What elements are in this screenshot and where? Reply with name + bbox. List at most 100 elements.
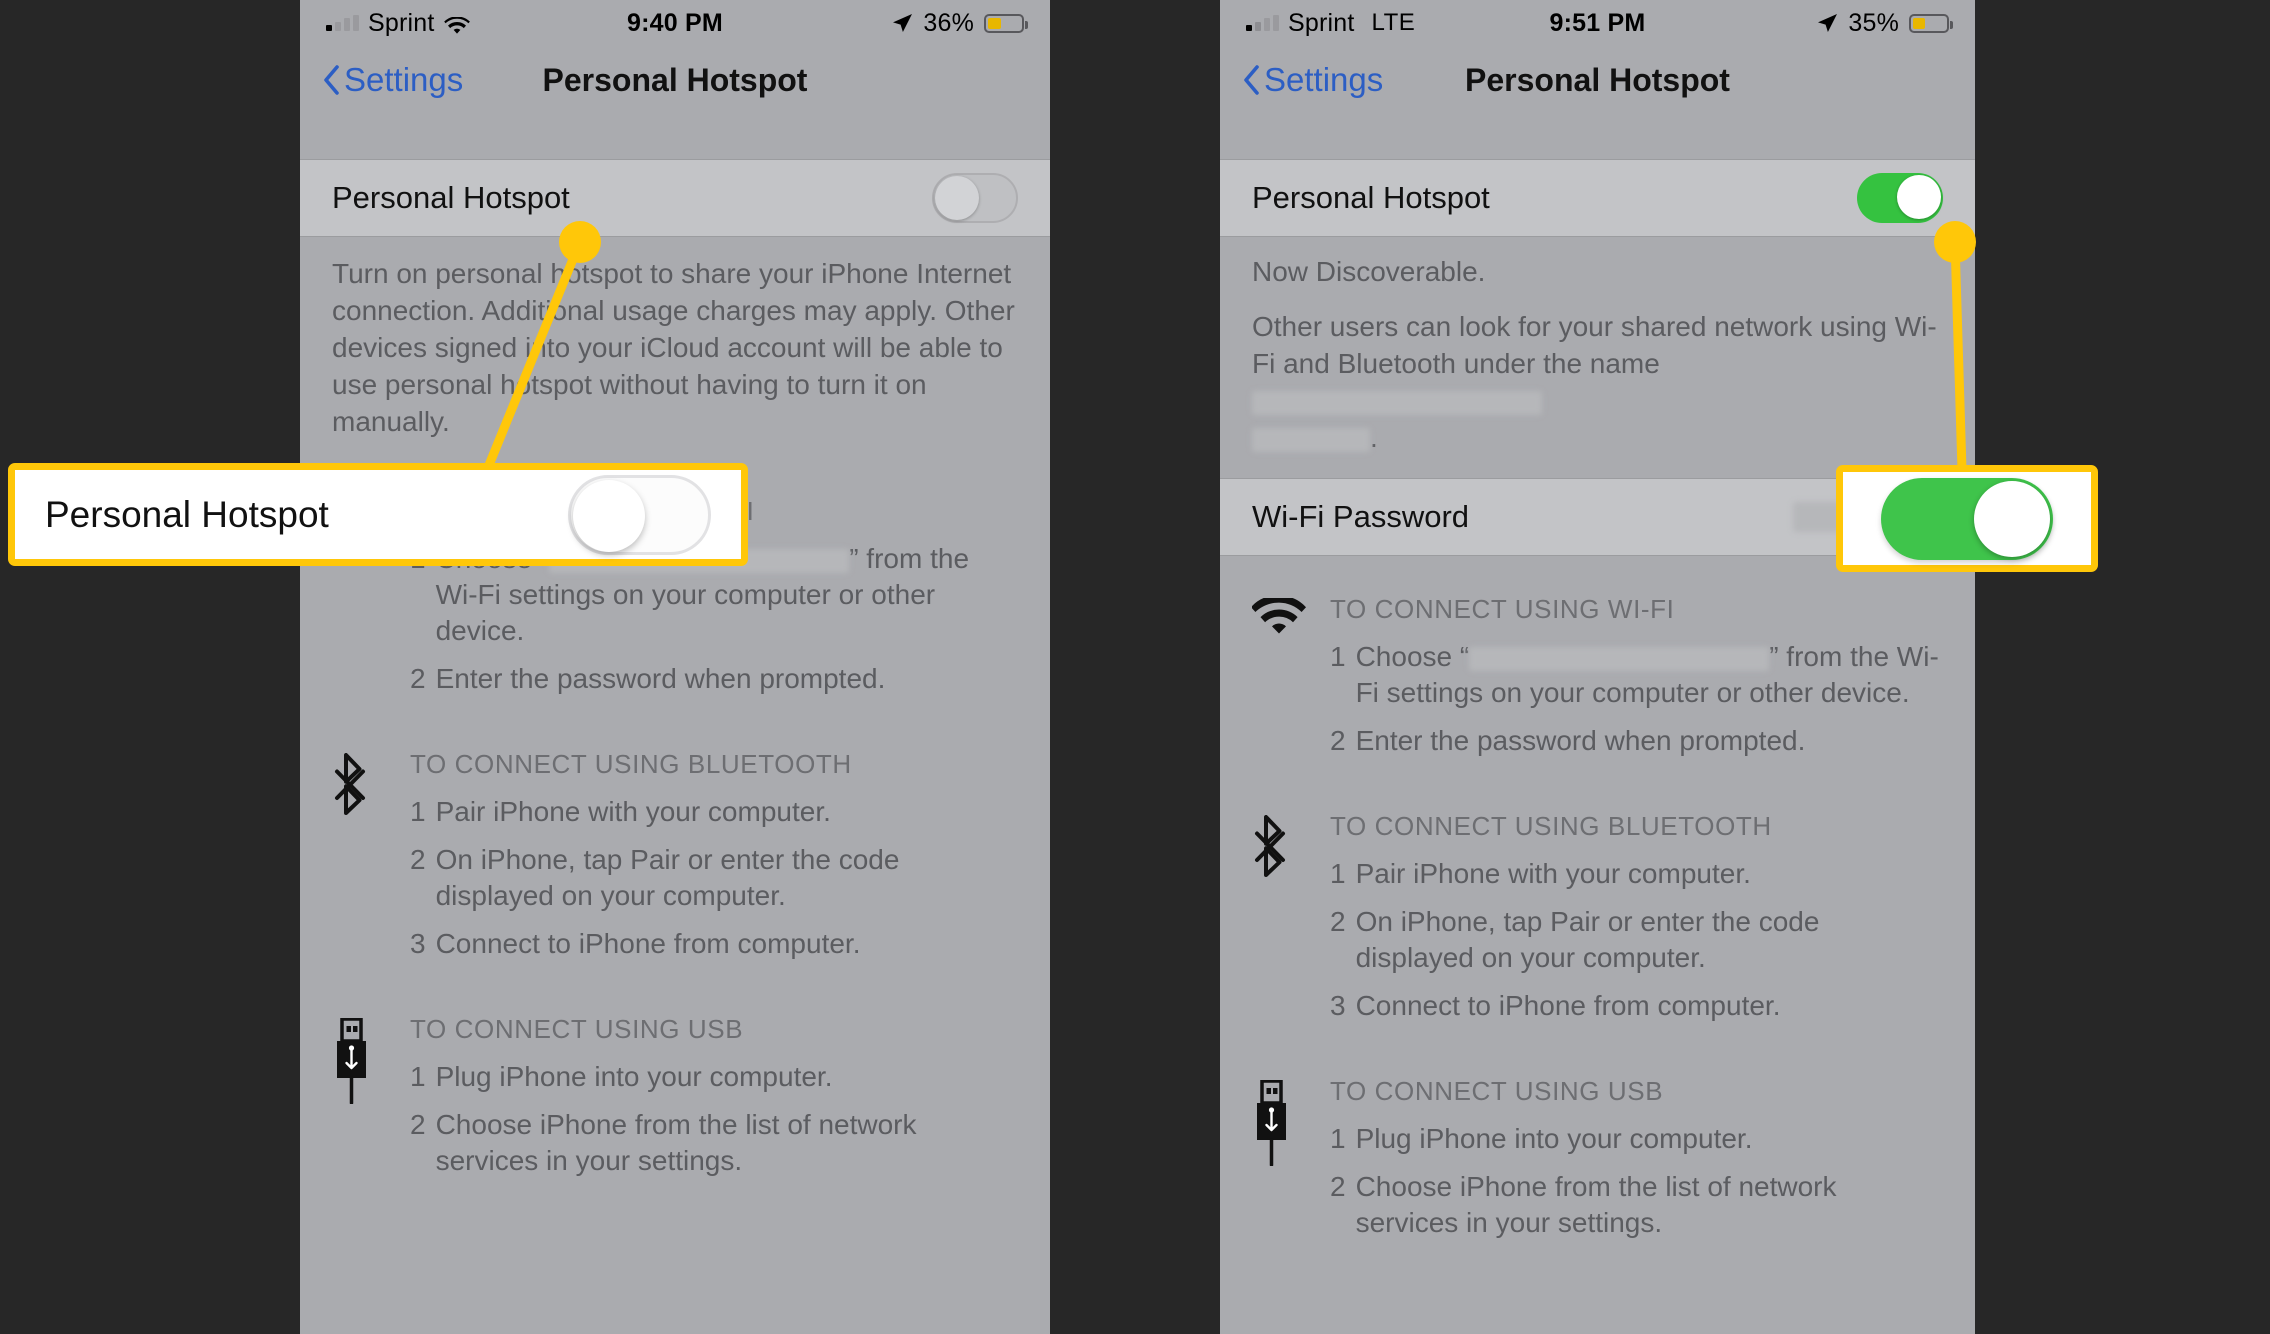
personal-hotspot-label: Personal Hotspot (1252, 180, 1490, 215)
callout-toggle-off[interactable] (568, 474, 711, 555)
section-body: TO CONNECT USING BLUETOOTH 1 Pair iPhone … (410, 749, 1018, 974)
section-gap (300, 114, 1050, 159)
redacted-device-name (1252, 390, 1542, 415)
step-text: Plug iPhone into your computer. (1355, 1123, 1753, 1154)
step-item: 2 Enter the password when prompted. (410, 661, 1018, 697)
row-accessory (1857, 173, 1943, 223)
status-right-group: 36% (891, 8, 1028, 38)
callout-personal-hotspot-off: Personal Hotspot (8, 463, 748, 566)
step-item: 2 Choose iPhone from the list of network … (1330, 1169, 1943, 1241)
section-connect-wifi: TO CONNECT USING WI-FI 1 Choose “” from … (1220, 556, 1975, 771)
step-number: 1 (410, 796, 426, 827)
phone-screen-left: Sprint 9:40 PM 36% Settings Personal Hot… (300, 0, 1050, 1334)
status-left-group: Sprint (326, 9, 470, 38)
step-number: 2 (410, 1109, 426, 1140)
callout-label: Personal Hotspot (45, 493, 329, 535)
step-number: 2 (1330, 906, 1346, 937)
location-arrow-icon (1816, 12, 1838, 34)
step-item: 1 Plug iPhone into your computer. (410, 1059, 1018, 1095)
battery-percent-label: 36% (923, 8, 974, 37)
nav-bar-right: Settings Personal Hotspot (1220, 46, 1975, 114)
section-heading: TO CONNECT USING BLUETOOTH (410, 749, 852, 779)
signal-bars-icon (326, 15, 359, 31)
step-item: 1 Pair iPhone with your computer. (1330, 856, 1943, 892)
section-body: TO CONNECT USING USB 1 Plug iPhone into y… (1330, 1076, 1943, 1253)
step-text: Pair iPhone with your computer. (435, 796, 831, 827)
section-connect-bluetooth: TO CONNECT USING BLUETOOTH 1 Pair iPhone … (300, 709, 1050, 974)
step-number: 1 (1330, 641, 1346, 672)
step-number: 2 (410, 844, 426, 875)
section-gap (1220, 114, 1975, 159)
wifi-icon (443, 14, 470, 34)
bluetooth-icon (332, 749, 410, 974)
step-number: 2 (410, 663, 426, 694)
discoverable-status: Now Discoverable. (1252, 256, 1486, 287)
step-number: 3 (1330, 990, 1346, 1021)
back-button-settings[interactable]: Settings (322, 61, 463, 99)
step-item: 3 Connect to iPhone from computer. (410, 926, 1018, 962)
personal-hotspot-row[interactable]: Personal Hotspot (300, 159, 1050, 237)
toggle-knob (1974, 480, 2050, 557)
nav-bar-left: Settings Personal Hotspot (300, 46, 1050, 114)
section-heading: TO CONNECT USING BLUETOOTH (1330, 811, 1772, 841)
battery-percent-label: 35% (1848, 8, 1899, 37)
back-button-settings[interactable]: Settings (1242, 61, 1383, 99)
redacted-device-name-2 (1252, 427, 1370, 452)
step-text: Connect to iPhone from computer. (435, 928, 861, 959)
status-bar-left: Sprint 9:40 PM 36% (300, 0, 1050, 46)
step-item: 2 Enter the password when prompted. (1330, 723, 1943, 759)
personal-hotspot-toggle[interactable] (1857, 173, 1943, 223)
shared-network-description: Other users can look for your shared net… (1252, 311, 1937, 453)
carrier-label: Sprint (1288, 8, 1355, 37)
step-number: 1 (410, 1061, 426, 1092)
toggle-knob (1897, 175, 1941, 219)
step-item: 1 Plug iPhone into your computer. (1330, 1121, 1943, 1157)
back-button-label: Settings (1264, 61, 1384, 98)
step-number: 2 (1330, 725, 1346, 756)
step-item: 2 On iPhone, tap Pair or enter the code d… (1330, 904, 1943, 976)
step-item: 1 Choose “” from the Wi-Fi settings on y… (1330, 639, 1943, 711)
phone-screen-right: Sprint LTE 9:51 PM 35% Settings Personal… (1220, 0, 1975, 1334)
step-item: 1 Pair iPhone with your computer. (410, 794, 1018, 830)
step-text: Pair iPhone with your computer. (1355, 858, 1751, 889)
usb-icon (332, 1014, 410, 1191)
toggle-knob (935, 176, 979, 220)
step-number: 3 (410, 928, 426, 959)
step-number: 1 (1330, 858, 1346, 889)
section-body: TO CONNECT USING WI-FI 1 Choose “” from … (1330, 594, 1943, 771)
battery-icon (984, 13, 1028, 33)
chevron-left-icon (322, 65, 340, 95)
section-heading: TO CONNECT USING WI-FI (1330, 594, 1675, 624)
step-number: 1 (1330, 1123, 1346, 1154)
bluetooth-icon (1252, 811, 1330, 1036)
step-number: 2 (1330, 1171, 1346, 1202)
step-text: Enter the password when prompted. (1355, 725, 1806, 756)
settings-content-right: Personal Hotspot Now Discoverable. Other… (1220, 114, 1975, 1253)
status-bar-right: Sprint LTE 9:51 PM 35% (1220, 0, 1975, 46)
location-arrow-icon (891, 12, 913, 34)
signal-bars-icon (1246, 15, 1279, 31)
step-text: On iPhone, tap Pair or enter the code di… (1355, 906, 1820, 973)
section-body: TO CONNECT USING USB 1 Plug iPhone into y… (410, 1014, 1018, 1191)
step-item: 2 Choose iPhone from the list of network … (410, 1107, 1018, 1179)
chevron-left-icon (1242, 65, 1260, 95)
personal-hotspot-label: Personal Hotspot (332, 180, 570, 215)
section-heading: TO CONNECT USING USB (410, 1014, 744, 1044)
section-connect-usb: TO CONNECT USING USB 1 Plug iPhone into y… (300, 974, 1050, 1191)
personal-hotspot-row[interactable]: Personal Hotspot (1220, 159, 1975, 237)
step-text: Connect to iPhone from computer. (1355, 990, 1781, 1021)
network-type-label: LTE (1371, 9, 1416, 36)
personal-hotspot-toggle[interactable] (932, 173, 1018, 223)
step-text: Plug iPhone into your computer. (435, 1061, 833, 1092)
callout-personal-hotspot-on (1836, 465, 2098, 572)
usb-icon (1252, 1076, 1330, 1253)
row-accessory (932, 173, 1018, 223)
section-connect-bluetooth: TO CONNECT USING BLUETOOTH 1 Pair iPhone … (1220, 771, 1975, 1036)
step-text: Enter the password when prompted. (435, 663, 886, 694)
status-left-group: Sprint LTE (1246, 9, 1415, 38)
status-right-group: 35% (1816, 8, 1953, 38)
battery-icon (1909, 13, 1953, 33)
section-heading: TO CONNECT USING USB (1330, 1076, 1664, 1106)
callout-toggle-on[interactable] (1881, 477, 2053, 560)
redacted-network-name (1469, 646, 1770, 671)
